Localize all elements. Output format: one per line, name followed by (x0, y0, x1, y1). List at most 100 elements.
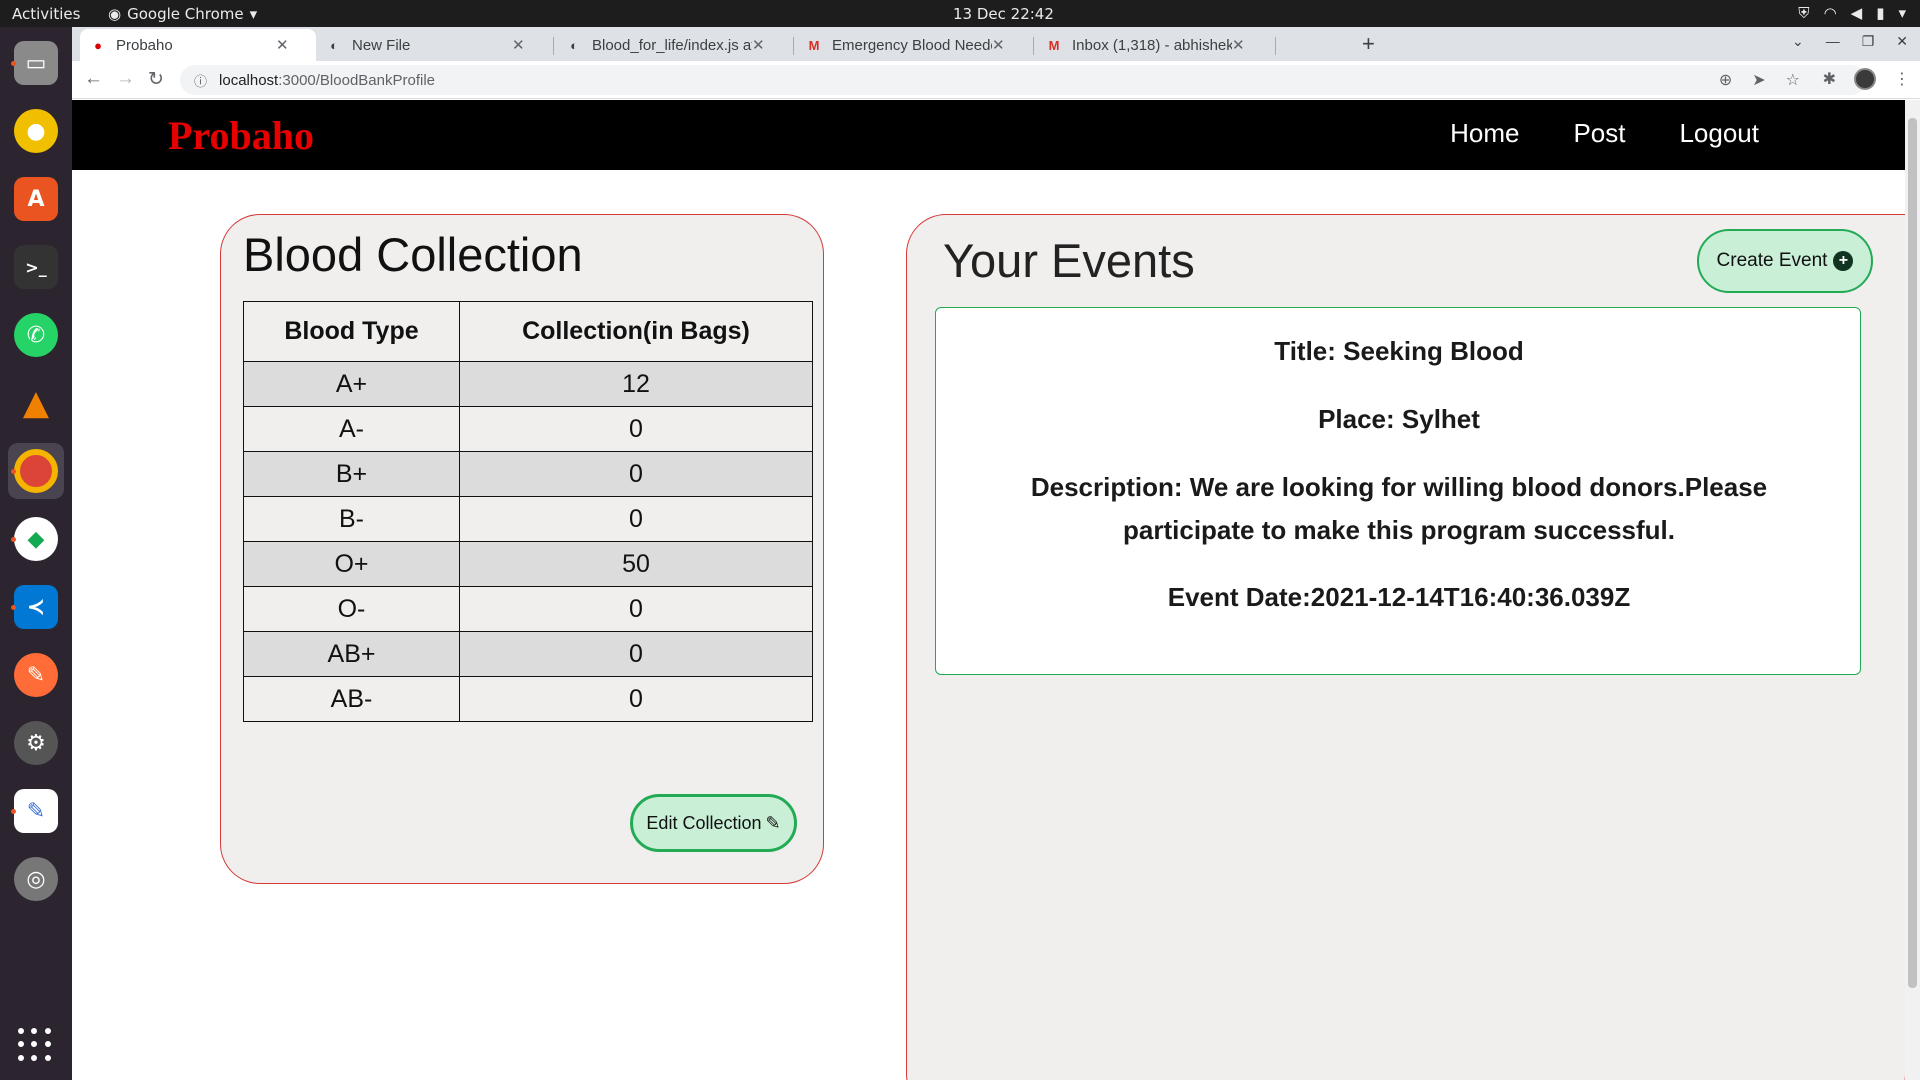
scrollbar-thumb[interactable] (1908, 118, 1917, 988)
dock-text-editor[interactable]: ✎ (8, 783, 64, 839)
dock-terminal[interactable]: >_ (8, 239, 64, 295)
tab-github-index[interactable]: ◐ Blood_for_life/index.js at ✕ (556, 29, 792, 61)
text-editor-icon: ✎ (14, 789, 58, 833)
show-applications-icon[interactable] (18, 1028, 52, 1062)
zoom-icon[interactable]: ⊕ (1719, 70, 1732, 90)
pencil-icon: ✎ (765, 812, 781, 833)
close-icon[interactable]: ✕ (1232, 36, 1245, 54)
table-row: B+ 0 (243, 451, 813, 497)
settings-gear-icon: ⚙ (14, 721, 58, 765)
whatsapp-icon: ✆ (14, 313, 58, 357)
table-row: O+ 50 (243, 541, 813, 587)
edit-collection-button[interactable]: Edit Collection ✎ (630, 794, 797, 852)
tab-strip: ● Probaho ✕ ◐ New File ✕ ◐ Blood_for_lif… (72, 27, 1920, 61)
nav-home-link[interactable]: Home (1450, 118, 1519, 149)
system-top-bar: Activities ◉ Google Chrome ▾ 13 Dec 22:4… (0, 0, 1920, 27)
event-date: Event Date:2021-12-14T16:40:36.039Z (1167, 582, 1631, 612)
bags-cell: 50 (459, 541, 813, 587)
site-info-icon[interactable]: ⓘ (194, 71, 207, 90)
volume-icon: ◀ (1850, 4, 1863, 22)
forward-arrow-icon[interactable]: → (116, 68, 135, 90)
gmail-icon: M (1048, 37, 1060, 53)
back-arrow-icon[interactable]: ← (84, 68, 103, 90)
table-row: AB- 0 (243, 676, 813, 722)
address-bar[interactable]: ⓘ localhost:3000/BloodBankProfile (180, 65, 1866, 95)
app-name: Google Chrome (127, 5, 244, 23)
browser-toolbar: ← → ↻ ⓘ localhost:3000/BloodBankProfile … (72, 61, 1920, 99)
bags-cell: 0 (459, 676, 813, 722)
system-tray[interactable]: ⛨ ◠ ◀ ▮ ▾ (1798, 4, 1906, 22)
extensions-puzzle-icon[interactable]: ✱ (1823, 69, 1836, 89)
dock-settings[interactable]: ⚙ (8, 715, 64, 771)
create-event-button[interactable]: Create Event + (1697, 229, 1873, 293)
tab-probaho[interactable]: ● Probaho ✕ (80, 29, 316, 61)
blood-type-cell: B- (243, 496, 460, 542)
activities-button[interactable]: Activities (12, 5, 80, 23)
bookmark-star-icon[interactable]: ☆ (1786, 70, 1800, 90)
dock-postman[interactable]: ✎ (8, 647, 64, 703)
event-card: Title: Seeking Blood Place: Sylhet Descr… (935, 307, 1861, 675)
dock-mongodb-compass[interactable]: ◆ (8, 511, 64, 567)
clock[interactable]: 13 Dec 22:42 (953, 5, 1054, 23)
tab-title: Emergency Blood Needed (832, 36, 992, 54)
close-window-icon[interactable]: ✕ (1896, 33, 1908, 50)
close-icon[interactable]: ✕ (992, 36, 1005, 54)
new-tab-plus-icon[interactable]: + (1362, 31, 1375, 57)
nav-logout-link[interactable]: Logout (1679, 118, 1759, 149)
toolbar-actions: ✱ ⋮ (1823, 68, 1910, 90)
tab-emergency[interactable]: M Emergency Blood Needed ✕ (796, 29, 1032, 61)
table-row: AB+ 0 (243, 631, 813, 677)
dock-files[interactable]: ▭ (8, 35, 64, 91)
bags-cell: 12 (459, 361, 813, 407)
profile-avatar[interactable] (1854, 68, 1876, 90)
mongodb-icon: ◆ (14, 517, 58, 561)
page-scrollbar[interactable] (1905, 100, 1920, 1080)
chevron-down-icon: ▾ (1898, 4, 1906, 22)
dock-whatsapp[interactable]: ✆ (8, 307, 64, 363)
header-blood-type: Blood Type (243, 301, 460, 362)
app-menu[interactable]: ◉ Google Chrome ▾ (108, 5, 257, 23)
site-navbar: Probaho Home Post Logout (72, 100, 1905, 170)
postman-icon: ✎ (14, 653, 58, 697)
dock-chrome[interactable] (8, 443, 64, 499)
send-icon[interactable]: ➤ (1752, 70, 1765, 90)
table-row: B- 0 (243, 496, 813, 542)
maximize-icon[interactable]: ❐ (1862, 33, 1875, 50)
blood-type-cell: O+ (243, 541, 460, 587)
close-icon[interactable]: ✕ (276, 36, 289, 54)
tab-title: New File (352, 36, 411, 54)
tab-title: Blood_for_life/index.js at (592, 36, 752, 54)
blood-type-cell: AB+ (243, 631, 460, 677)
create-event-label: Create Event (1716, 250, 1828, 271)
blood-type-cell: AB- (243, 676, 460, 722)
tab-inbox[interactable]: M Inbox (1,318) - abhishekde ✕ (1036, 29, 1272, 61)
tab-search-chevron-icon[interactable]: ⌄ (1792, 33, 1804, 50)
nav-links: Home Post Logout (1450, 118, 1759, 149)
kebab-menu-icon[interactable]: ⋮ (1894, 69, 1910, 89)
nav-post-link[interactable]: Post (1573, 118, 1625, 149)
tab-new-file[interactable]: ◐ New File ✕ (316, 29, 552, 61)
vlc-icon: ▲ (22, 383, 50, 423)
page-viewport: Probaho Home Post Logout Blood Collectio… (72, 100, 1920, 1080)
dock-software[interactable]: A (8, 171, 64, 227)
minimize-icon[interactable]: — (1826, 33, 1840, 50)
dock-rhythmbox[interactable]: ● (8, 103, 64, 159)
files-icon: ▭ (14, 41, 58, 85)
reload-icon[interactable]: ↻ (148, 68, 164, 91)
dock-vscode[interactable]: ≺ (8, 579, 64, 635)
brand-logo[interactable]: Probaho (168, 112, 314, 159)
dock-disc[interactable]: ◎ (8, 851, 64, 907)
blood-drop-icon: ● (94, 37, 102, 53)
close-icon[interactable]: ✕ (752, 36, 765, 54)
url-host: localhost (219, 71, 279, 89)
omnibox-actions: ⊕ ➤ ☆ (1719, 70, 1800, 90)
blood-type-cell: O- (243, 586, 460, 632)
blood-type-cell: B+ (243, 451, 460, 497)
table-row: A+ 12 (243, 361, 813, 407)
shield-icon: ⛨ (1798, 4, 1810, 22)
close-icon[interactable]: ✕ (512, 36, 525, 54)
blood-collection-card: Blood Collection Blood Type Collection(i… (220, 214, 824, 884)
dock-vlc[interactable]: ▲ (8, 375, 64, 431)
vscode-icon: ≺ (14, 585, 58, 629)
bags-cell: 0 (459, 631, 813, 677)
